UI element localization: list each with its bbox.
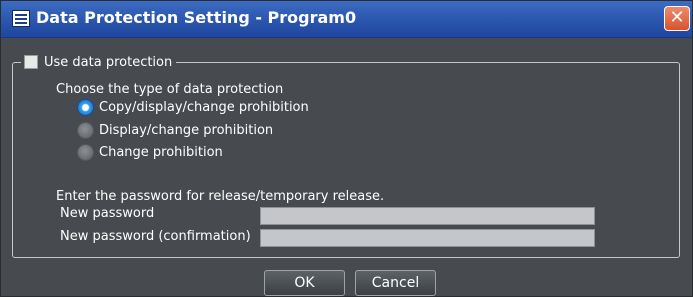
protection-type-heading: Choose the type of data protection — [56, 82, 284, 97]
new-password-field[interactable] — [260, 207, 595, 225]
close-icon: ✕ — [669, 7, 685, 28]
dialog-window: Data Protection Setting - Program0 ✕ Use… — [0, 0, 693, 297]
new-password-label: New password — [60, 206, 155, 221]
window-icon — [12, 10, 30, 27]
title-bar[interactable]: Data Protection Setting - Program0 ✕ — [1, 1, 692, 38]
confirm-password-field[interactable] — [260, 229, 595, 247]
radio-display-change[interactable] — [77, 122, 94, 139]
use-data-protection-checkbox[interactable] — [24, 55, 38, 69]
window-title: Data Protection Setting - Program0 — [36, 8, 357, 27]
radio-display-change-label: Display/change prohibition — [99, 123, 274, 138]
radio-copy-display-change[interactable] — [77, 99, 94, 116]
radio-change-label: Change prohibition — [99, 145, 223, 160]
radio-copy-display-change-label: Copy/display/change prohibition — [99, 100, 309, 115]
radio-change[interactable] — [77, 144, 94, 161]
use-data-protection-checkbox-row[interactable]: Use data protection — [21, 52, 177, 72]
close-button[interactable]: ✕ — [664, 6, 690, 31]
confirm-password-label: New password (confirmation) — [60, 229, 251, 244]
ok-button[interactable]: OK — [264, 270, 345, 296]
cancel-button[interactable]: Cancel — [355, 270, 436, 296]
use-data-protection-label: Use data protection — [44, 54, 173, 70]
password-instruction: Enter the password for release/temporary… — [56, 189, 385, 204]
